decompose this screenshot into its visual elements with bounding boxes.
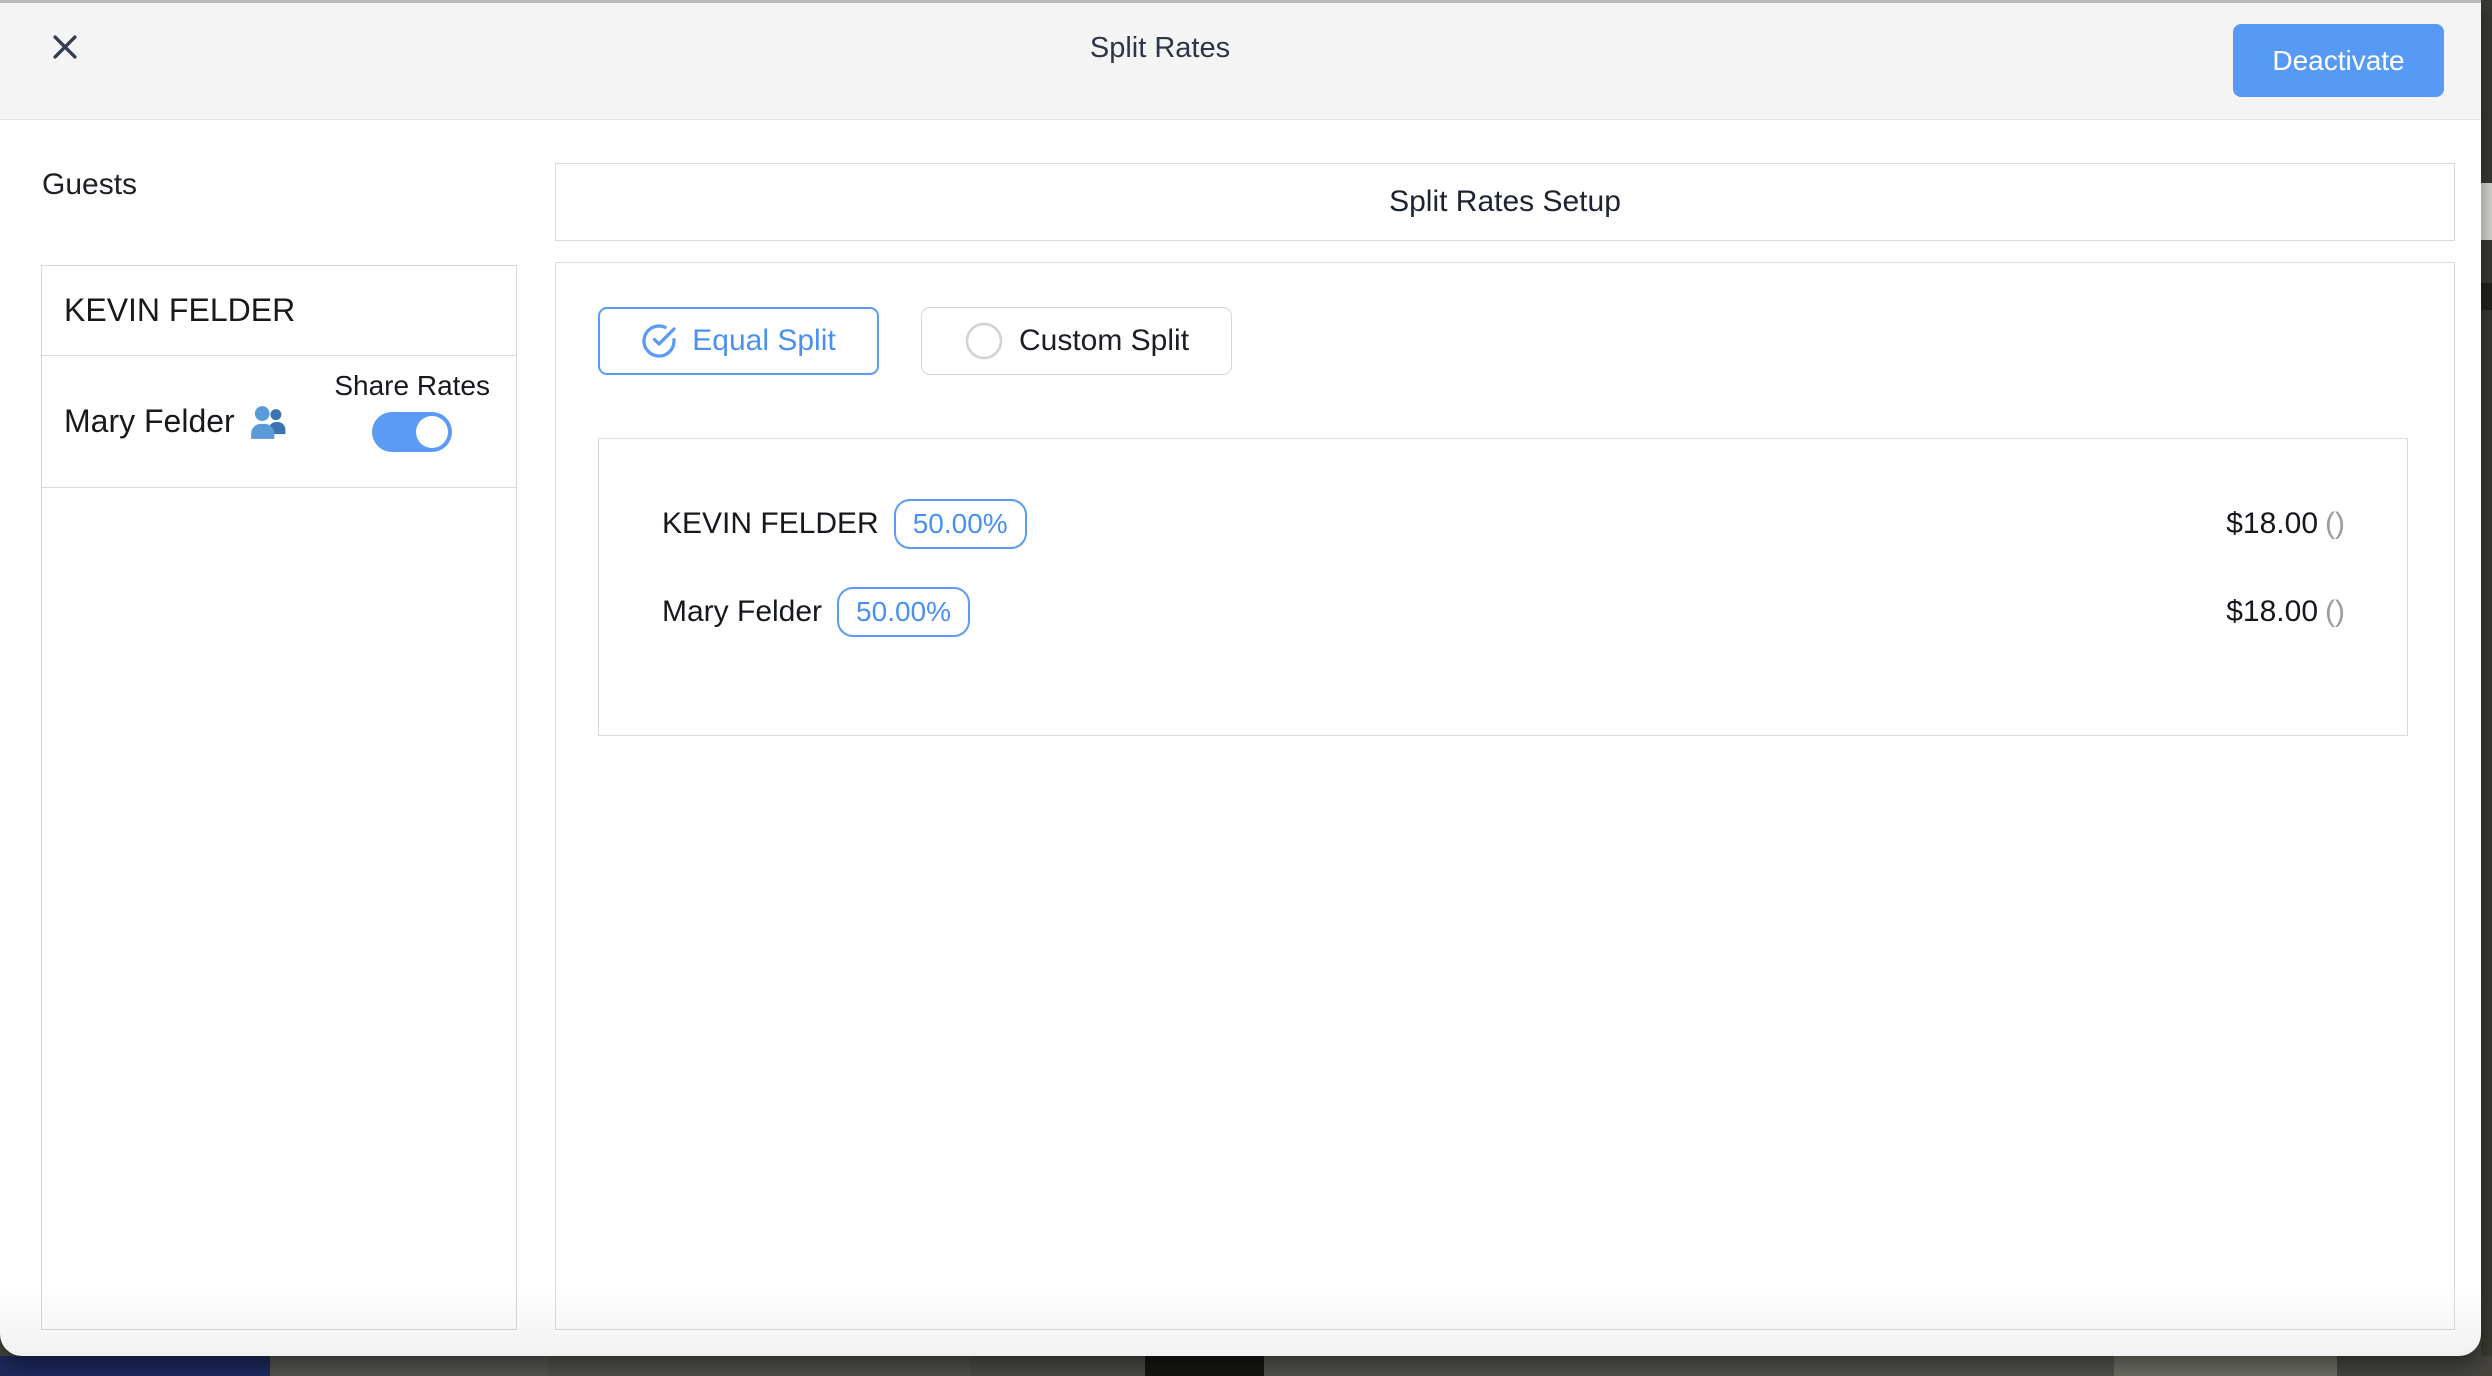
equal-split-button[interactable]: Equal Split	[598, 307, 879, 375]
split-amount: $18.00()	[2226, 507, 2345, 541]
split-guest-name: KEVIN FELDER	[662, 507, 879, 541]
setup-panel: Equal Split Custom Split Mar 19 - Apr 02…	[555, 262, 2455, 1330]
split-row: Mary Felder 50.00% $18.00()	[662, 586, 2345, 638]
close-icon	[48, 30, 82, 64]
share-rates-toggle[interactable]	[372, 412, 452, 452]
split-amount: $18.00()	[2226, 595, 2345, 629]
guest-row[interactable]: Mary Felder Share Rates	[42, 356, 516, 488]
underlying-page-edge	[2481, 0, 2492, 1356]
check-circle-icon	[641, 323, 677, 359]
toggle-thumb	[416, 416, 448, 448]
guests-heading: Guests	[42, 168, 137, 202]
custom-split-button[interactable]: Custom Split	[921, 307, 1232, 375]
percent-input[interactable]: 50.00%	[837, 587, 970, 637]
guest-name: Mary Felder	[64, 403, 235, 440]
setup-header: Split Rates Setup	[555, 163, 2455, 241]
underlying-taskbar-segment	[548, 1356, 970, 1376]
top-hairline	[0, 0, 2481, 3]
underlying-taskbar-segment	[2337, 1356, 2492, 1376]
underlying-page-fragment	[2481, 183, 2492, 240]
underlying-page-fragment	[2481, 283, 2492, 310]
share-rates-label: Share Rates	[334, 370, 490, 402]
underlying-taskbar-segment	[270, 1356, 548, 1376]
radio-circle-icon	[964, 321, 1004, 361]
underlying-taskbar-segment	[1145, 1356, 1264, 1376]
modal-header-bar: Split Rates Deactivate	[0, 0, 2481, 120]
primary-guest-name: KEVIN FELDER	[64, 292, 295, 329]
close-button[interactable]	[44, 26, 86, 68]
shared-guests-icon	[249, 404, 287, 440]
percent-input[interactable]: 50.00%	[894, 499, 1027, 549]
split-guest-name: Mary Felder	[662, 595, 822, 629]
split-row: KEVIN FELDER 50.00% $18.00()	[662, 498, 2345, 550]
guests-panel: KEVIN FELDER Mary Felder Share Rates	[41, 265, 517, 1330]
underlying-taskbar-segment	[2114, 1356, 2337, 1376]
custom-split-label: Custom Split	[1019, 324, 1189, 358]
split-rates-modal: Split Rates Deactivate Guests KEVIN FELD…	[0, 0, 2481, 1356]
share-rates-control: Share Rates	[334, 370, 490, 452]
split-amount-suffix: ()	[2325, 507, 2345, 540]
split-amount-suffix: ()	[2325, 595, 2345, 628]
underlying-taskbar-segment	[1264, 1356, 2114, 1376]
split-breakdown-box: KEVIN FELDER 50.00% $18.00() Mary Felder…	[598, 438, 2408, 736]
underlying-taskbar-segment	[970, 1356, 1145, 1376]
modal-title: Split Rates	[1090, 32, 1230, 65]
deactivate-button[interactable]: Deactivate	[2233, 24, 2444, 97]
setup-title: Split Rates Setup	[1389, 185, 1621, 219]
equal-split-label: Equal Split	[692, 324, 835, 358]
primary-guest-row[interactable]: KEVIN FELDER	[42, 266, 516, 356]
underlying-taskbar-segment	[0, 1356, 270, 1376]
